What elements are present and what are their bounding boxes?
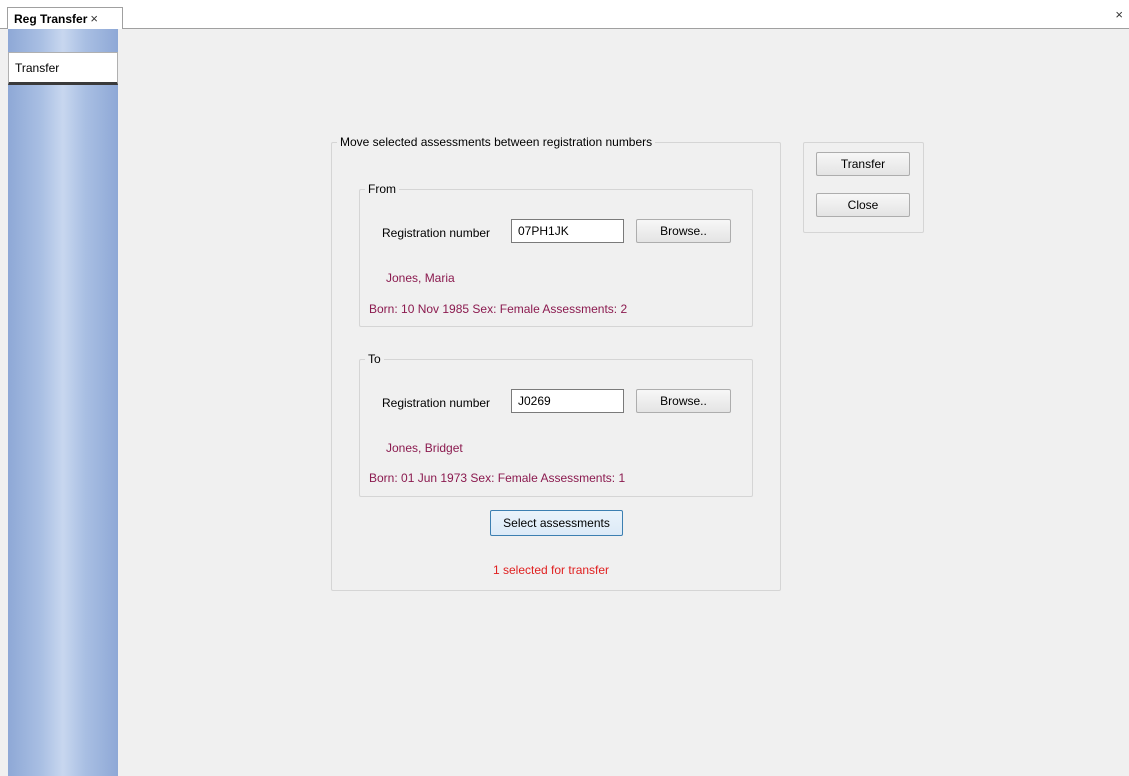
tab-strip: Reg Transfer × × [0,0,1129,29]
from-group-title: From [368,182,396,196]
from-regno-input[interactable] [511,219,624,243]
tab-label: Reg Transfer [14,11,88,26]
to-person-info: Born: 01 Jun 1973 Sex: Female Assessment… [369,471,626,485]
sidebar-tab-transfer[interactable]: Transfer [8,52,118,85]
transfer-button[interactable]: Transfer [816,152,910,176]
content-area: Move selected assessments between regist… [118,29,1129,776]
to-person-name: Jones, Bridget [386,441,463,455]
from-regno-label: Registration number [382,226,491,240]
tab-close-icon[interactable]: × [90,11,98,26]
from-browse-button[interactable]: Browse.. [636,219,731,243]
from-person-info: Born: 10 Nov 1985 Sex: Female Assessment… [369,302,628,316]
window-close-icon[interactable]: × [1115,7,1123,22]
tab-reg-transfer[interactable]: Reg Transfer × [7,7,123,29]
to-browse-button[interactable]: Browse.. [636,389,731,413]
selected-count-message: 1 selected for transfer [493,563,610,577]
sidebar-background [8,29,118,776]
transfer-group-title: Move selected assessments between regist… [340,135,653,149]
from-person-name: Jones, Maria [386,271,455,285]
select-assessments-button[interactable]: Select assessments [490,510,623,536]
to-regno-label: Registration number [382,396,491,410]
to-regno-input[interactable] [511,389,624,413]
sidebar: Transfer [0,29,118,776]
to-group-title: To [368,352,381,366]
close-button[interactable]: Close [816,193,910,217]
